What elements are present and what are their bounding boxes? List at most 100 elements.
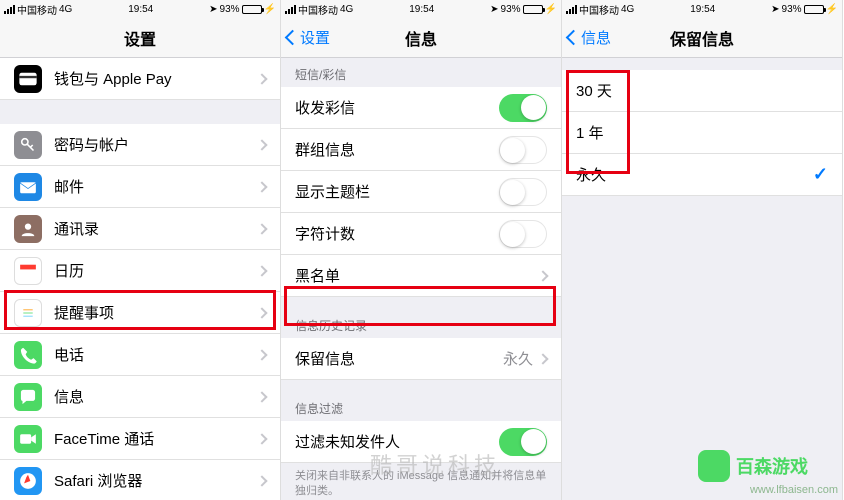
row-label: 通讯录 — [54, 218, 258, 239]
row-label: 密码与帐户 — [54, 134, 258, 155]
back-button[interactable]: 设置 — [287, 27, 330, 48]
setting-row[interactable]: 黑名单 — [281, 255, 561, 297]
row-label: Safari 浏览器 — [54, 470, 258, 491]
watermark-text: 酷哥说科技 — [370, 448, 500, 480]
section-header: 信息过滤 — [281, 392, 561, 421]
battery-icon — [523, 5, 543, 14]
row-label: 提醒事项 — [54, 302, 258, 323]
row-value: 永久 — [503, 348, 533, 369]
chevron-right-icon — [537, 353, 548, 364]
setting-row[interactable]: 群组信息 — [281, 129, 561, 171]
settings-row-facetime[interactable]: FaceTime 通话 — [0, 418, 280, 460]
back-button[interactable]: 信息 — [568, 27, 611, 48]
page-title: 信息 — [405, 26, 437, 50]
chevron-right-icon — [256, 433, 267, 444]
location-icon: ➤ — [209, 4, 217, 15]
row-label: 日历 — [54, 260, 258, 281]
setting-row[interactable]: 保留信息永久 — [281, 338, 561, 380]
keep-messages-screen: 中国移动 4G 19:54 ➤ 93% ⚡ 信息 保留信息 30 天1 年永久✓ — [562, 0, 843, 500]
brand-logo: 百森游戏 — [698, 450, 808, 482]
key-icon — [14, 131, 42, 159]
option-row[interactable]: 30 天 — [562, 70, 842, 112]
row-label: 收发彩信 — [295, 97, 499, 118]
option-label: 30 天 — [576, 80, 828, 101]
toggle-switch[interactable] — [499, 428, 547, 456]
contacts-icon — [14, 215, 42, 243]
setting-row[interactable]: 收发彩信 — [281, 87, 561, 129]
page-title: 保留信息 — [670, 26, 734, 50]
chevron-right-icon — [256, 391, 267, 402]
signal-icon — [4, 5, 15, 14]
chevron-right-icon — [256, 73, 267, 84]
settings-row-reminders[interactable]: 提醒事项 — [0, 292, 280, 334]
settings-row-phone[interactable]: 电话 — [0, 334, 280, 376]
watermark-url: www.lfbaisen.com — [750, 484, 838, 496]
section-header: 短信/彩信 — [281, 58, 561, 87]
chevron-right-icon — [256, 307, 267, 318]
toggle-switch[interactable] — [499, 136, 547, 164]
setting-row[interactable]: 显示主题栏 — [281, 171, 561, 213]
battery-pct: 93% — [501, 4, 521, 15]
battery-icon — [804, 5, 824, 14]
chevron-right-icon — [256, 181, 267, 192]
chevron-right-icon — [537, 270, 548, 281]
facetime-icon — [14, 425, 42, 453]
chevron-left-icon — [285, 30, 301, 46]
settings-row-contacts[interactable]: 通讯录 — [0, 208, 280, 250]
nav-bar: 设置 信息 — [281, 18, 561, 58]
battery-icon — [242, 5, 262, 14]
option-label: 永久 — [576, 164, 813, 185]
reminders-icon — [14, 299, 42, 327]
settings-row-safari[interactable]: Safari 浏览器 — [0, 460, 280, 500]
toggle-switch[interactable] — [499, 220, 547, 248]
settings-row-mail[interactable]: 邮件 — [0, 166, 280, 208]
time-label: 19:54 — [409, 4, 434, 15]
setting-row[interactable]: 字符计数 — [281, 213, 561, 255]
chevron-right-icon — [256, 265, 267, 276]
toggle-switch[interactable] — [499, 178, 547, 206]
section-header: 信息历史记录 — [281, 309, 561, 338]
location-icon: ➤ — [771, 4, 779, 15]
carrier-label: 中国移动 — [579, 2, 619, 17]
settings-row-messages[interactable]: 信息 — [0, 376, 280, 418]
network-label: 4G — [340, 4, 353, 15]
checkmark-icon: ✓ — [813, 164, 828, 185]
settings-row-wallet[interactable]: 钱包与 Apple Pay — [0, 58, 280, 100]
time-label: 19:54 — [690, 4, 715, 15]
signal-icon — [285, 5, 296, 14]
row-label: 黑名单 — [295, 265, 539, 286]
network-label: 4G — [59, 4, 72, 15]
brand-name: 百森游戏 — [736, 453, 808, 479]
carrier-label: 中国移动 — [17, 2, 57, 17]
back-label: 信息 — [581, 27, 611, 48]
time-label: 19:54 — [128, 4, 153, 15]
signal-icon — [566, 5, 577, 14]
chevron-right-icon — [256, 349, 267, 360]
toggle-switch[interactable] — [499, 94, 547, 122]
option-row[interactable]: 永久✓ — [562, 154, 842, 196]
settings-row-calendar[interactable]: 日历 — [0, 250, 280, 292]
nav-bar: 信息 保留信息 — [562, 18, 842, 58]
option-row[interactable]: 1 年 — [562, 112, 842, 154]
chevron-left-icon — [566, 30, 582, 46]
carrier-label: 中国移动 — [298, 2, 338, 17]
row-label: 电话 — [54, 344, 258, 365]
charging-icon: ⚡ — [545, 4, 557, 15]
page-title: 设置 — [124, 26, 156, 50]
messages-settings-screen: 中国移动 4G 19:54 ➤ 93% ⚡ 设置 信息 短信/彩信收发彩信群组信… — [281, 0, 562, 500]
option-label: 1 年 — [576, 122, 828, 143]
location-icon: ➤ — [490, 4, 498, 15]
row-label: 邮件 — [54, 176, 258, 197]
row-label: 保留信息 — [295, 348, 503, 369]
row-label: 信息 — [54, 386, 258, 407]
row-label: 显示主题栏 — [295, 181, 499, 202]
safari-icon — [14, 467, 42, 495]
battery-pct: 93% — [782, 4, 802, 15]
settings-row-key[interactable]: 密码与帐户 — [0, 124, 280, 166]
chevron-right-icon — [256, 475, 267, 486]
status-bar: 中国移动 4G 19:54 ➤ 93% ⚡ — [281, 0, 561, 18]
wallet-icon — [14, 65, 42, 93]
row-label: 群组信息 — [295, 139, 499, 160]
nav-bar: 设置 — [0, 18, 280, 58]
messages-icon — [14, 383, 42, 411]
